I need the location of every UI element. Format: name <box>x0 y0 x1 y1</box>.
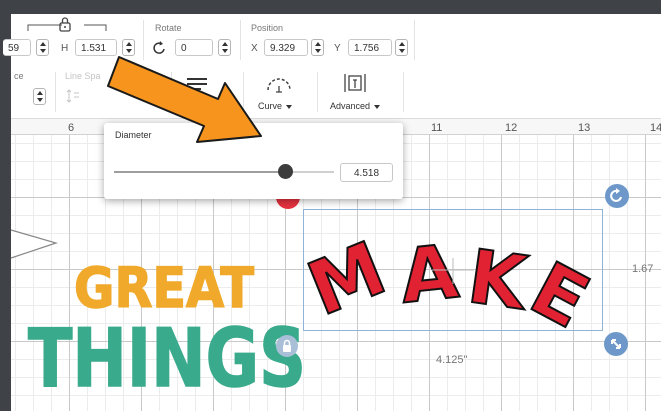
design-space-screenshot: 59 H 1.531 Rotate 0 Position X 9.329 Y 1… <box>0 0 661 411</box>
annotation-arrow-layer <box>107 56 262 143</box>
annotation-arrow <box>107 56 262 143</box>
